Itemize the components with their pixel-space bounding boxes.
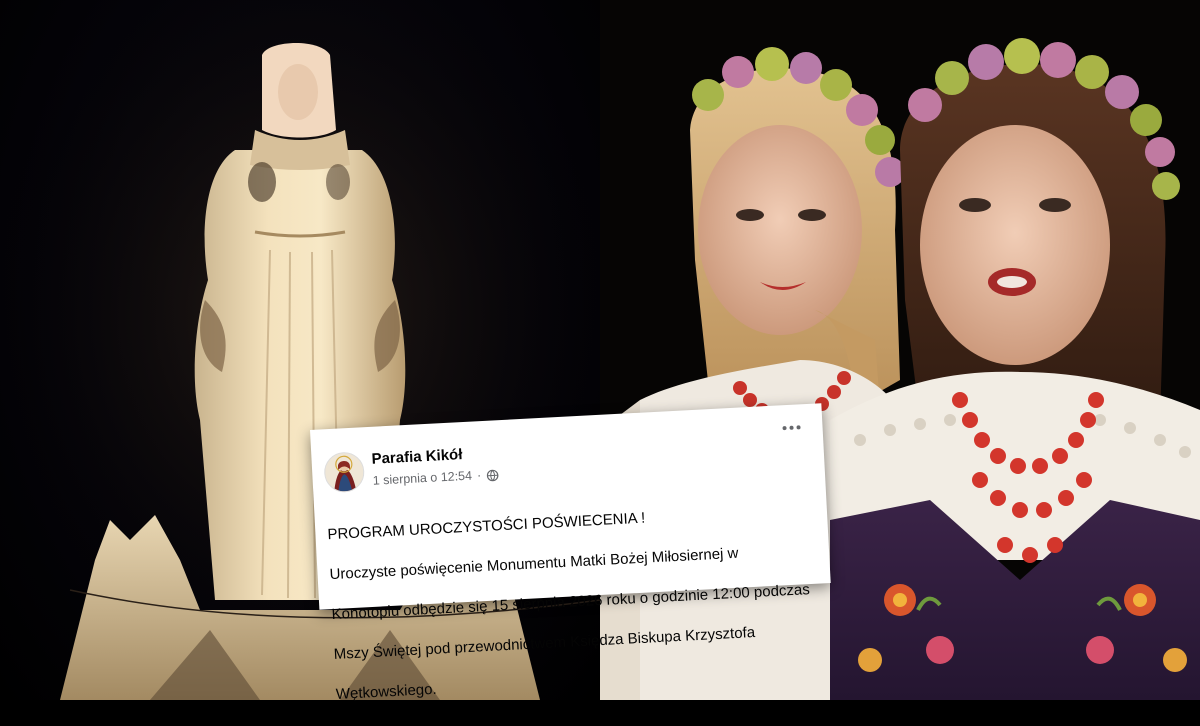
post-timestamp-row: 1 sierpnia o 12:54 · xyxy=(372,467,498,489)
madonna-avatar-icon xyxy=(324,452,365,493)
post-text: PROGRAM UROCZYSTOŚCI POŚWIECENIA ! Urocz… xyxy=(326,479,837,725)
post-text-line: Uroczyste poświęcenie Monumentu Matki Bo… xyxy=(329,544,739,584)
post-timestamp-link[interactable]: 1 sierpnia o 12:54 xyxy=(372,469,472,489)
post-text-line: Wętkowskiego. xyxy=(335,680,438,703)
separator-dot: · xyxy=(476,468,482,483)
page-name-link[interactable]: Parafia Kikół xyxy=(371,444,497,469)
post-text-line: Konotopiu odbędzie się 15 sierpnia 2026 … xyxy=(331,581,811,624)
facebook-post-card: Parafia Kikół 1 sierpnia o 12:54 · PROGR… xyxy=(310,403,831,703)
page-avatar[interactable] xyxy=(323,451,366,494)
globe-icon[interactable] xyxy=(486,469,499,482)
post-meta: Parafia Kikół 1 sierpnia o 12:54 · xyxy=(371,444,498,489)
more-options-icon[interactable] xyxy=(778,418,805,437)
post-text-line: PROGRAM UROCZYSTOŚCI POŚWIECENIA ! xyxy=(327,509,646,544)
post-text-line: Mszy Świętej pod przewodnictwem Księdza … xyxy=(333,623,756,664)
